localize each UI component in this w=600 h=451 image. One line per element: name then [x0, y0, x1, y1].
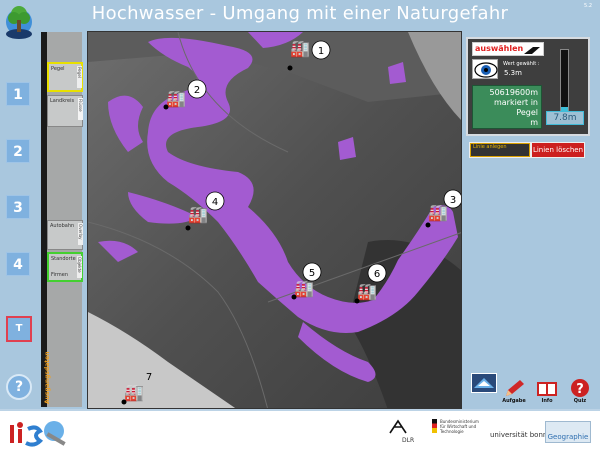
location-dot	[425, 222, 431, 228]
location-dot	[291, 294, 297, 300]
factory-icon: 🏭	[188, 205, 208, 224]
geography-label: Geographie	[547, 433, 589, 441]
selected-value-label: Wert gewählt :	[503, 61, 540, 67]
layer-pegel[interactable]: Pegel Pegel	[47, 62, 83, 92]
dlr-logo: DLR	[388, 419, 420, 445]
layer-landkreis-label: Landkreis	[50, 98, 75, 104]
marker-number: 6	[374, 269, 380, 280]
geography-logo: Geographie	[545, 421, 591, 443]
select-button[interactable]: auswählen	[472, 42, 544, 56]
water-level-panel: auswählen Wert gewählt : 5.3m 50619600m …	[466, 37, 590, 136]
dlr-mark-icon	[389, 419, 407, 434]
flood-map-svg[interactable]: 🏭 1 🏭 2 🏭 3 🏭 4 🏭 5 🏭 6 🏭 7	[88, 32, 462, 409]
marked-area-readout: 50619600m markiert in Pegel m	[472, 85, 542, 129]
add-line-button[interactable]: Linie anlegen	[470, 143, 530, 157]
quiz-tool[interactable]: ? Quiz	[568, 378, 592, 404]
location-dot	[163, 104, 169, 110]
location-dot	[287, 65, 293, 71]
map-view-icon[interactable]	[471, 373, 497, 393]
layer-standorte-vertical: Objekte	[77, 256, 82, 278]
eye-graphic	[474, 62, 498, 78]
marker-number: 7	[146, 372, 152, 383]
layer-autobahn-vertical: Overlay	[78, 223, 83, 245]
ministry-logo: Bundesministerium für Wirtschaft und Tec…	[432, 419, 484, 434]
marker-number: 1	[318, 46, 324, 57]
app-window: Hochwasser - Umgang mit einer Naturgefah…	[0, 0, 600, 451]
location-dot	[354, 298, 360, 304]
info-label: Info	[541, 398, 553, 404]
dlr-label: DLR	[402, 437, 415, 444]
text-button[interactable]: T	[6, 316, 32, 342]
layer-landkreis[interactable]: Landkreis Flüsse	[47, 95, 83, 127]
flag-icon	[432, 419, 437, 433]
layer-autobahn[interactable]: Autobahn Overlay	[47, 220, 83, 250]
marked-count: 50619600m	[489, 88, 538, 97]
marked-text: markiert in	[493, 98, 538, 107]
line-toolbar: Linie anlegen Linien löschen	[469, 142, 585, 158]
ministry-label: Bundesministerium für Wirtschaft und Tec…	[440, 419, 479, 434]
fis-logo	[10, 421, 66, 447]
task-tool[interactable]: Aufgabe	[502, 378, 526, 404]
marked-unit: m	[530, 118, 538, 127]
location-dot	[121, 399, 127, 405]
strip-title: Ausgangsdaten	[44, 351, 51, 404]
layer-autobahn-label: Autobahn	[50, 223, 75, 229]
layer-landkreis-vertical: Flüsse	[78, 98, 83, 120]
factory-icon: 🏭	[290, 39, 310, 58]
info-tool[interactable]: Info	[535, 378, 559, 404]
marker-number: 2	[194, 85, 200, 96]
step-3-button[interactable]: 3	[6, 195, 30, 219]
quiz-label: Quiz	[573, 398, 587, 404]
select-button-label: auswählen	[475, 44, 524, 53]
pencil-icon	[506, 380, 524, 396]
footer: DLR Bundesministerium für Wirtschaft und…	[0, 409, 600, 451]
location-dot	[185, 225, 191, 231]
layer-standorte[interactable]: Standorte Firmen Objekte	[47, 252, 83, 282]
step-1-button[interactable]: 1	[6, 82, 30, 106]
clear-lines-button[interactable]: Linien löschen	[532, 143, 584, 157]
book-icon	[537, 382, 557, 396]
layer-firmen-label: Firmen	[51, 272, 68, 278]
water-level-slider[interactable]	[560, 49, 569, 113]
flood-map[interactable]: 🏭 1 🏭 2 🏭 3 🏭 4 🏭 5 🏭 6 🏭 7	[87, 31, 462, 409]
task-label: Aufgabe	[502, 398, 526, 404]
marker-number: 4	[212, 197, 218, 208]
add-line-label: Linie anlegen	[473, 144, 507, 150]
pointer-icon	[524, 47, 540, 54]
factory-icon: 🏭	[294, 279, 314, 298]
eye-icon[interactable]	[472, 59, 498, 79]
version-label: 5.2	[584, 3, 592, 9]
factory-icon: 🏭	[357, 282, 377, 301]
map-view-graphic	[474, 378, 494, 388]
water-level-value: 7.8m	[546, 111, 584, 125]
selected-value: 5.3m	[504, 69, 522, 77]
question-bulb-icon: ?	[571, 379, 589, 397]
svg-text:?: ?	[576, 382, 584, 397]
marked-pegel: Pegel	[516, 108, 538, 117]
marker-number: 5	[309, 268, 315, 279]
factory-icon: 🏭	[428, 203, 448, 222]
help-button[interactable]: ?	[6, 374, 32, 400]
app-title: Hochwasser - Umgang mit einer Naturgefah…	[91, 3, 509, 24]
marker-number: 3	[450, 195, 456, 206]
university-label: universität bonn	[490, 431, 548, 439]
factory-icon: 🏭	[166, 89, 186, 108]
layer-pegel-label: Pegel	[51, 66, 65, 72]
factory-icon: 🏭	[124, 383, 144, 402]
step-4-button[interactable]: 4	[6, 252, 30, 276]
header: Hochwasser - Umgang mit einer Naturgefah…	[0, 0, 600, 46]
layer-standorte-label: Standorte	[51, 256, 76, 262]
step-2-button[interactable]: 2	[6, 139, 30, 163]
layer-pegel-vertical: Pegel	[77, 66, 82, 88]
